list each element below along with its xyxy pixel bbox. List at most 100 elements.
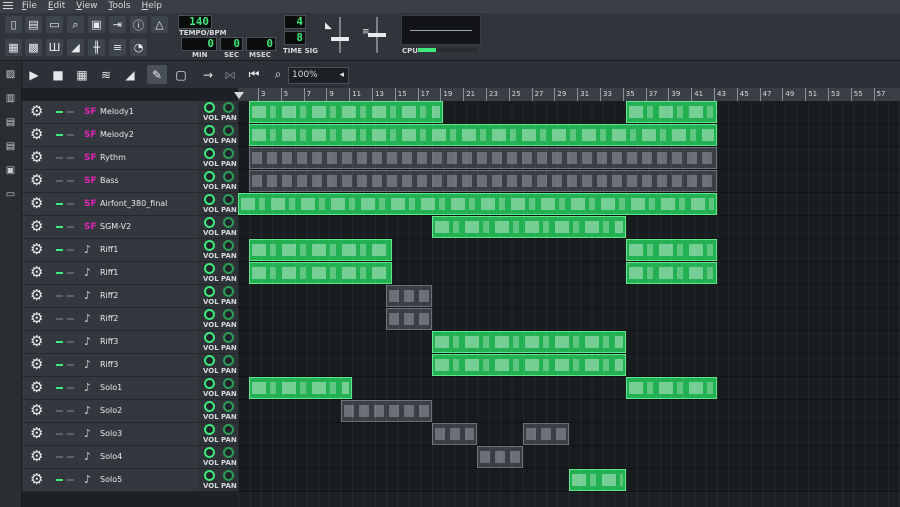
new-project-icon[interactable]: ▯ — [5, 16, 22, 33]
pan-knob[interactable] — [223, 401, 234, 412]
track-name[interactable]: Riff3 — [100, 335, 118, 349]
timeline-ruler[interactable]: 3 5 7 9 11 13 15 17 19 21 23 25 27 29 31 33 35 37 39 41 43 45… — [234, 88, 900, 101]
track-lane[interactable] — [238, 308, 900, 331]
info-icon[interactable]: ⓘ — [130, 16, 147, 33]
loop-points-icon[interactable]: ⋈ — [220, 65, 240, 84]
track-lane[interactable] — [238, 400, 900, 423]
pattern-clip[interactable] — [386, 285, 432, 307]
mute-toggle[interactable] — [56, 180, 63, 182]
mute-toggle[interactable] — [56, 410, 63, 412]
mute-toggle[interactable] — [56, 433, 63, 435]
gear-icon[interactable]: ⚙ — [30, 127, 43, 142]
recent-projects-icon[interactable]: ⌕ — [67, 16, 84, 33]
mute-toggle[interactable] — [56, 341, 63, 343]
track-name[interactable]: Melody1 — [100, 105, 134, 119]
track-name[interactable]: Riff2 — [100, 312, 118, 326]
pattern-clip[interactable] — [625, 239, 717, 261]
add-automation-track-icon[interactable]: ◢ — [120, 65, 140, 84]
pattern-clip[interactable] — [431, 354, 626, 376]
mute-toggle[interactable] — [56, 249, 63, 251]
track-name[interactable]: Riff1 — [100, 266, 118, 280]
pattern-clip[interactable] — [249, 147, 717, 169]
volume-knob[interactable] — [204, 286, 215, 297]
pattern-clip[interactable] — [431, 216, 626, 238]
zoom-icon[interactable]: ⌕ — [268, 65, 288, 84]
master-pitch-slider[interactable]: ≡ — [362, 17, 392, 53]
track-name[interactable]: Solo2 — [100, 404, 122, 418]
instrument-plugins-icon[interactable]: ▨ — [5, 69, 16, 80]
solo-toggle[interactable] — [67, 456, 74, 458]
pattern-clip[interactable] — [431, 423, 478, 445]
gear-icon[interactable]: ⚙ — [30, 334, 43, 349]
mute-toggle[interactable] — [56, 134, 63, 136]
pan-knob[interactable] — [223, 332, 234, 343]
stop-icon[interactable]: ■ — [48, 65, 68, 84]
track-lane[interactable] — [238, 193, 900, 216]
pattern-clip[interactable] — [249, 101, 444, 123]
mute-toggle[interactable] — [56, 364, 63, 366]
playhead-marker[interactable] — [234, 92, 244, 99]
pattern-clip[interactable] — [625, 101, 717, 123]
track-lane[interactable] — [238, 262, 900, 285]
volume-knob[interactable] — [204, 217, 215, 228]
solo-toggle[interactable] — [67, 111, 74, 113]
volume-knob[interactable] — [204, 148, 215, 159]
volume-knob[interactable] — [204, 355, 215, 366]
mute-toggle[interactable] — [56, 387, 63, 389]
track-lane[interactable] — [238, 216, 900, 239]
add-sample-track-icon[interactable]: ≋ — [96, 65, 116, 84]
solo-toggle[interactable] — [67, 410, 74, 412]
solo-toggle[interactable] — [67, 272, 74, 274]
pattern-clip[interactable] — [340, 400, 432, 422]
auto-scroll-icon[interactable]: → — [198, 65, 218, 84]
gear-icon[interactable]: ⚙ — [30, 449, 43, 464]
pattern-clip[interactable] — [386, 308, 432, 330]
pattern-clip[interactable] — [431, 331, 626, 353]
track-lane[interactable] — [238, 147, 900, 170]
gear-icon[interactable]: ⚙ — [30, 265, 43, 280]
master-volume-slider[interactable]: ◣ — [325, 17, 355, 53]
track-lane[interactable] — [238, 469, 900, 492]
volume-knob[interactable] — [204, 263, 215, 274]
timesig-denominator[interactable]: 8 — [284, 31, 306, 45]
volume-knob[interactable] — [204, 332, 215, 343]
mute-toggle[interactable] — [56, 479, 63, 481]
pan-knob[interactable] — [223, 355, 234, 366]
save-project-icon[interactable]: ▣ — [88, 16, 105, 33]
project-notes-icon[interactable]: ≡ — [109, 39, 126, 56]
mute-toggle[interactable] — [56, 111, 63, 113]
volume-knob[interactable] — [204, 470, 215, 481]
piano-roll-icon[interactable]: Ш — [46, 39, 63, 56]
pan-knob[interactable] — [223, 286, 234, 297]
pan-knob[interactable] — [223, 378, 234, 389]
volume-knob[interactable] — [204, 240, 215, 251]
volume-knob[interactable] — [204, 378, 215, 389]
add-beat-track-icon[interactable]: ▦ — [72, 65, 92, 84]
track-lane[interactable] — [238, 285, 900, 308]
volume-knob[interactable] — [204, 401, 215, 412]
pattern-clip[interactable] — [249, 377, 352, 399]
gear-icon[interactable]: ⚙ — [30, 150, 43, 165]
solo-toggle[interactable] — [67, 295, 74, 297]
track-lane[interactable] — [238, 354, 900, 377]
oscilloscope[interactable] — [401, 15, 481, 45]
track-name[interactable]: Bass — [100, 174, 119, 188]
open-project-icon[interactable]: ▭ — [46, 16, 63, 33]
solo-toggle[interactable] — [67, 364, 74, 366]
gear-icon[interactable]: ⚙ — [30, 242, 43, 257]
volume-knob[interactable] — [204, 424, 215, 435]
tempo-display[interactable]: 140 — [178, 15, 212, 29]
track-lane[interactable] — [238, 446, 900, 469]
track-lane[interactable] — [238, 377, 900, 400]
volume-knob[interactable] — [204, 309, 215, 320]
mute-toggle[interactable] — [56, 318, 63, 320]
solo-toggle[interactable] — [67, 157, 74, 159]
menu-edit[interactable]: Edit — [44, 0, 69, 13]
track-name[interactable]: SGM-V2 — [100, 220, 131, 234]
edit-mode-icon[interactable]: ▢ — [171, 65, 191, 84]
mute-toggle[interactable] — [56, 295, 63, 297]
track-name[interactable]: Airfont_380_final — [100, 197, 167, 211]
draw-mode-icon[interactable]: ✎ — [147, 65, 167, 84]
gear-icon[interactable]: ⚙ — [30, 357, 43, 372]
solo-toggle[interactable] — [67, 249, 74, 251]
